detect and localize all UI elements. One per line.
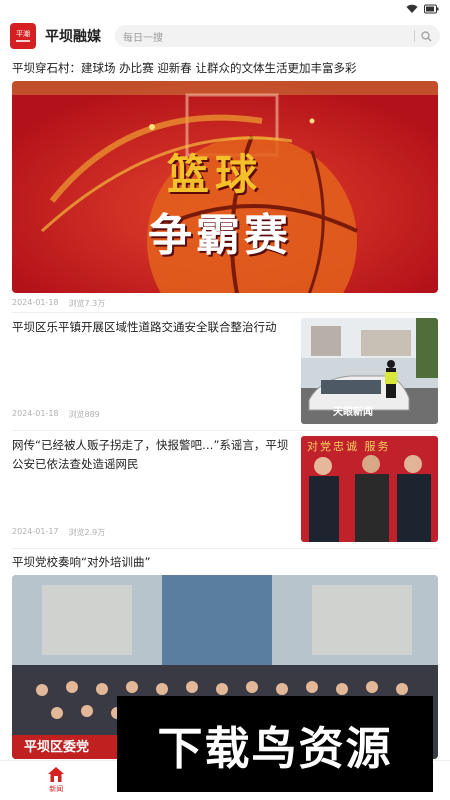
- news-text-block: 平坝区乐平镇开展区域性道路交通安全联合整治行动: [12, 318, 294, 337]
- app-logo[interactable]: 平潮: [10, 23, 36, 49]
- news-views: 浏览7.3万: [68, 299, 106, 308]
- news-item-rumor[interactable]: 网传“已经被人贩子拐走了，快报警吧…”系谣言，平坝公安已依法查处造谣网民 202…: [12, 436, 438, 542]
- photo-banner-text: 平坝区委党: [24, 740, 90, 755]
- news-date: 2024-01-17: [12, 527, 59, 536]
- divider: [12, 312, 438, 313]
- thumbnail-banner: 对党忠诚 服务: [307, 440, 391, 453]
- news-thumbnail-police[interactable]: 对党忠诚 服务: [301, 436, 438, 542]
- poster-title-bottom: 争霸赛: [148, 210, 292, 261]
- news-date: 2024-01-18: [12, 409, 59, 418]
- news-title[interactable]: 平坝党校奏响“对外培训曲”: [12, 554, 438, 570]
- news-title[interactable]: 网传“已经被人贩子拐走了，快报警吧…”系谣言，平坝公安已依法查处造谣网民: [12, 436, 294, 474]
- news-title[interactable]: 平坝穿石村：建球场 办比赛 迎新春 让群众的文体生活更加丰富多彩: [12, 60, 438, 76]
- logo-bar: [16, 39, 30, 42]
- search-icon[interactable]: [421, 30, 432, 42]
- news-date: 2024-01-18: [12, 298, 59, 307]
- news-title[interactable]: 平坝区乐平镇开展区域性道路交通安全联合整治行动: [12, 318, 294, 337]
- news-text-block: 网传“已经被人贩子拐走了，快报警吧…”系谣言，平坝公安已依法查处造谣网民: [12, 436, 294, 474]
- divider: [12, 548, 438, 549]
- status-bar: [0, 0, 450, 18]
- divider: [12, 430, 438, 431]
- news-views: 浏览889: [68, 410, 100, 419]
- news-item-traffic[interactable]: 平坝区乐平镇开展区域性道路交通安全联合整治行动 2024-01-18 浏览889…: [12, 318, 438, 424]
- news-meta: 2024-01-17 浏览2.9万: [12, 527, 105, 538]
- app-title: 平坝融媒: [45, 29, 101, 45]
- search-divider: [414, 30, 415, 42]
- news-meta: 2024-01-18 浏览889: [12, 409, 100, 420]
- news-thumbnail-traffic[interactable]: 天眼新闻: [301, 318, 438, 424]
- news-meta: 2024-01-18 浏览7.3万: [12, 298, 438, 309]
- battery-icon: [424, 4, 439, 14]
- tab-news[interactable]: 新闻: [0, 761, 113, 800]
- logo-text: 平潮: [16, 29, 30, 38]
- search-input[interactable]: 每日一搜: [123, 29, 414, 44]
- search-bar[interactable]: 每日一搜: [115, 25, 440, 47]
- poster-title-top: 篮球: [167, 150, 264, 199]
- app-header: 平潮 平坝融媒 每日一搜: [0, 18, 450, 54]
- news-item-basketball[interactable]: 平坝穿石村：建球场 办比赛 迎新春 让群众的文体生活更加丰富多彩 篮球 争霸赛 …: [12, 60, 438, 309]
- wifi-icon: [406, 4, 418, 13]
- news-image-basketball[interactable]: 篮球 争霸赛: [12, 81, 438, 293]
- thumbnail-caption: 天眼新闻: [333, 407, 373, 418]
- news-feed[interactable]: 平坝穿石村：建球场 办比赛 迎新春 让群众的文体生活更加丰富多彩 篮球 争霸赛 …: [0, 54, 450, 760]
- watermark-overlay: 下载鸟资源: [117, 696, 433, 792]
- home-icon: [48, 767, 65, 782]
- news-views: 浏览2.9万: [68, 528, 106, 537]
- tab-label: 新闻: [49, 785, 64, 793]
